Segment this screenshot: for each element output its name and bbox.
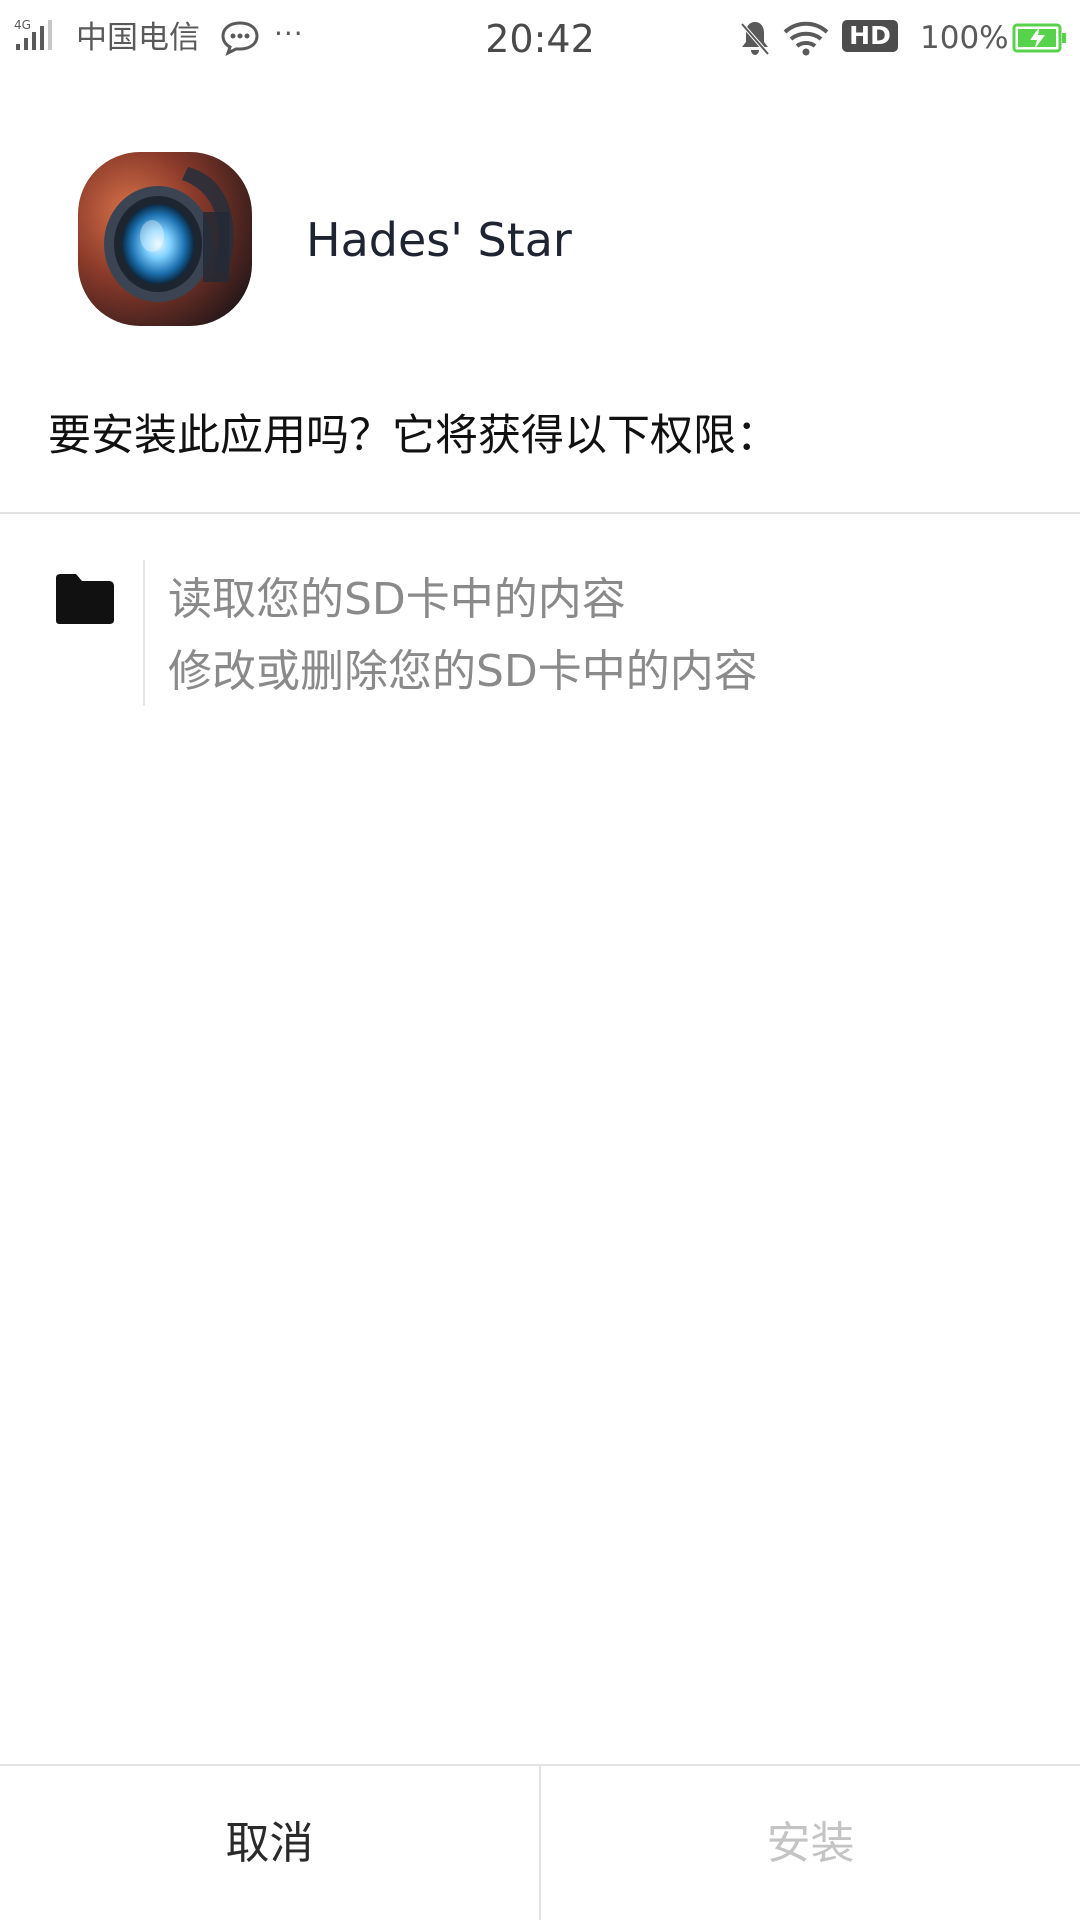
app-name: Hades' Star — [306, 213, 572, 267]
app-icon — [78, 152, 252, 326]
mute-icon — [740, 22, 770, 56]
permission-group-divider — [143, 560, 145, 706]
bottom-button-bar: 取消 安装 — [0, 1764, 1080, 1920]
install-question: 要安装此应用吗？它将获得以下权限： — [48, 411, 779, 461]
install-screen: 4G 中国电信 ··· 20:42 HD 100% Hades' Star 要安… — [0, 0, 1080, 1920]
wifi-icon — [783, 21, 829, 56]
permission-item-modify-sd: 修改或删除您的SD卡中的内容 — [168, 646, 758, 697]
hd-voice-badge: HD — [842, 20, 898, 52]
status-time: 20:42 — [485, 17, 595, 61]
cancel-button[interactable]: 取消 — [0, 1766, 539, 1920]
permission-list: 读取您的SD卡中的内容 修改或删除您的SD卡中的内容 — [168, 564, 758, 708]
battery-percent: 100% — [920, 20, 1009, 56]
install-button[interactable]: 安装 — [541, 1766, 1080, 1920]
permission-item-read-sd: 读取您的SD卡中的内容 — [168, 574, 626, 625]
status-bar: 4G 中国电信 ··· 20:42 HD 100% — [0, 0, 1080, 80]
battery-charging-icon — [1012, 23, 1066, 53]
folder-icon — [56, 574, 114, 624]
divider — [0, 512, 1080, 514]
